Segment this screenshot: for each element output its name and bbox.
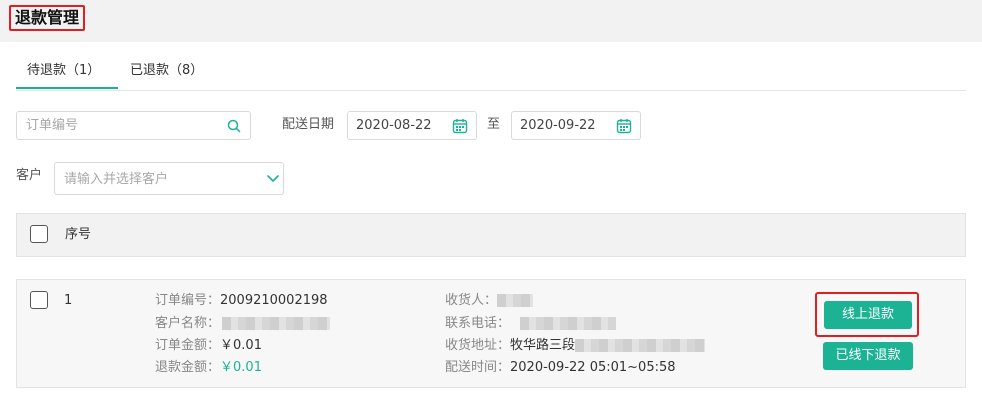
phone-redacted (520, 317, 617, 330)
delivery-time-value: 2020-09-22 05:01~05:58 (510, 360, 676, 375)
receiver-redacted (497, 294, 534, 307)
select-all-checkbox[interactable] (30, 225, 48, 243)
row-index: 1 (64, 293, 73, 308)
date-separator: 至 (487, 117, 501, 132)
receiver-field: 收货人： (445, 292, 534, 310)
address-field: 收货地址：牧华路三段 (445, 337, 706, 355)
customer-name-label: 客户名称： (155, 316, 221, 331)
refund-amount-value: ￥0.01 (220, 360, 262, 375)
address-redacted (575, 339, 706, 352)
order-amount-label: 订单金额： (155, 338, 221, 353)
refund-amount-field: 退款金额：￥0.01 (155, 359, 262, 377)
date-to-input[interactable]: 2020-09-22 (511, 111, 641, 140)
phone-label: 联系电话： (445, 316, 511, 331)
online-refund-button[interactable]: 线上退款 (824, 301, 912, 329)
search-icon[interactable] (227, 119, 241, 133)
active-tab-indicator (16, 87, 118, 89)
receiver-label: 收货人： (445, 293, 498, 308)
row-checkbox[interactable] (30, 291, 48, 309)
customer-select[interactable]: 请输入并选择客户 (54, 162, 284, 195)
tab-bar: 待退款（1） 已退款（8） (16, 52, 966, 91)
tab-pending-refund[interactable]: 待退款（1） (27, 62, 100, 80)
offline-refund-button[interactable]: 已线下退款 (823, 342, 913, 370)
date-from-value: 2020-08-22 (356, 118, 432, 133)
delivery-time-field: 配送时间：2020-09-22 05:01~05:58 (445, 359, 676, 377)
customer-name-redacted (222, 317, 331, 330)
order-search-placeholder: 订单编号 (26, 118, 79, 133)
table-header: 序号 (16, 213, 966, 257)
delivery-time-label: 配送时间： (445, 360, 511, 375)
index-column-header: 序号 (65, 227, 92, 242)
tab-refunded[interactable]: 已退款（8） (130, 62, 203, 80)
delivery-date-label: 配送日期 (282, 117, 335, 132)
chevron-down-icon[interactable] (267, 175, 279, 183)
page-title: 退款管理 (9, 5, 86, 31)
order-amount-value: ￥0.01 (220, 338, 262, 353)
customer-name-field: 客户名称： (155, 315, 331, 333)
page-header: 退款管理 (0, 0, 982, 42)
phone-field: 联系电话： (445, 315, 617, 333)
address-value: 牧华路三段 (510, 338, 576, 353)
table-row: 1 订单编号：2009210002198 客户名称： 订单金额：￥0.01 退款… (16, 279, 966, 388)
order-search-input[interactable]: 订单编号 (16, 111, 251, 140)
customer-label: 客户 (16, 168, 43, 183)
customer-placeholder: 请输入并选择客户 (64, 172, 169, 187)
refund-amount-label: 退款金额： (155, 360, 221, 375)
calendar-icon[interactable] (452, 118, 468, 134)
date-from-input[interactable]: 2020-08-22 (347, 111, 477, 140)
order-number-field: 订单编号：2009210002198 (155, 292, 328, 310)
date-to-value: 2020-09-22 (520, 118, 596, 133)
order-amount-field: 订单金额：￥0.01 (155, 337, 262, 355)
address-label: 收货地址： (445, 338, 511, 353)
order-number-label: 订单编号： (155, 293, 221, 308)
calendar-icon[interactable] (616, 118, 632, 134)
order-number-value: 2009210002198 (220, 293, 328, 308)
